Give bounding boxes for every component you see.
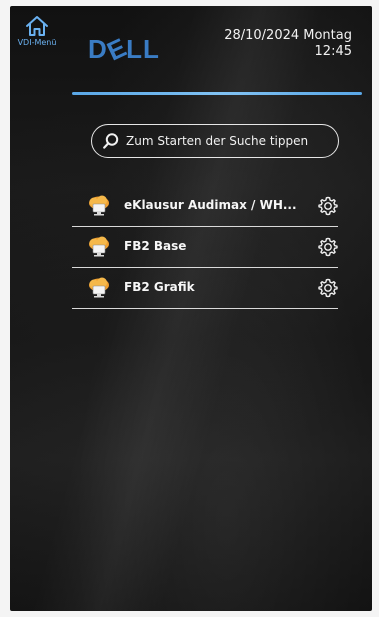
- desktop-item[interactable]: FB2 Grafik: [72, 268, 338, 309]
- search-input[interactable]: [126, 134, 331, 148]
- vdi-menu-label: VDI-Menü: [17, 38, 57, 47]
- desktop-label: eKlausur Audimax / WH...: [124, 198, 297, 212]
- thin-client-screen: VDI-Menü DELL 28/10/2024 Montag 12:45 Zu…: [10, 6, 372, 611]
- desktop-item[interactable]: eKlausur Audimax / WH...: [72, 186, 338, 227]
- search-box[interactable]: [91, 124, 339, 158]
- dell-logo: DELL: [88, 32, 160, 67]
- time-label: 12:45: [314, 44, 352, 59]
- cloud-desktop-icon: [89, 195, 109, 216]
- date-label: 28/10/2024 Montag: [224, 28, 352, 43]
- desktop-list: eKlausur Audimax / WH... FB2 Base FB2 Gr…: [72, 186, 338, 309]
- device-frame: VDI-Menü DELL 28/10/2024 Montag 12:45 Zu…: [0, 0, 379, 617]
- desktop-item[interactable]: FB2 Base: [72, 227, 338, 268]
- home-icon: [26, 16, 48, 36]
- gear-icon[interactable]: [318, 278, 338, 298]
- desktop-label: FB2 Base: [124, 239, 187, 253]
- desktop-label: FB2 Grafik: [124, 280, 195, 294]
- header-divider: [72, 92, 362, 95]
- cloud-desktop-icon: [89, 277, 109, 298]
- cloud-desktop-icon: [89, 236, 109, 257]
- vdi-menu-button[interactable]: VDI-Menü: [13, 12, 61, 70]
- search-icon: [103, 133, 119, 149]
- gear-icon[interactable]: [318, 196, 338, 216]
- date-time-display: 28/10/2024 Montag 12:45: [224, 28, 352, 60]
- gear-icon[interactable]: [318, 237, 338, 257]
